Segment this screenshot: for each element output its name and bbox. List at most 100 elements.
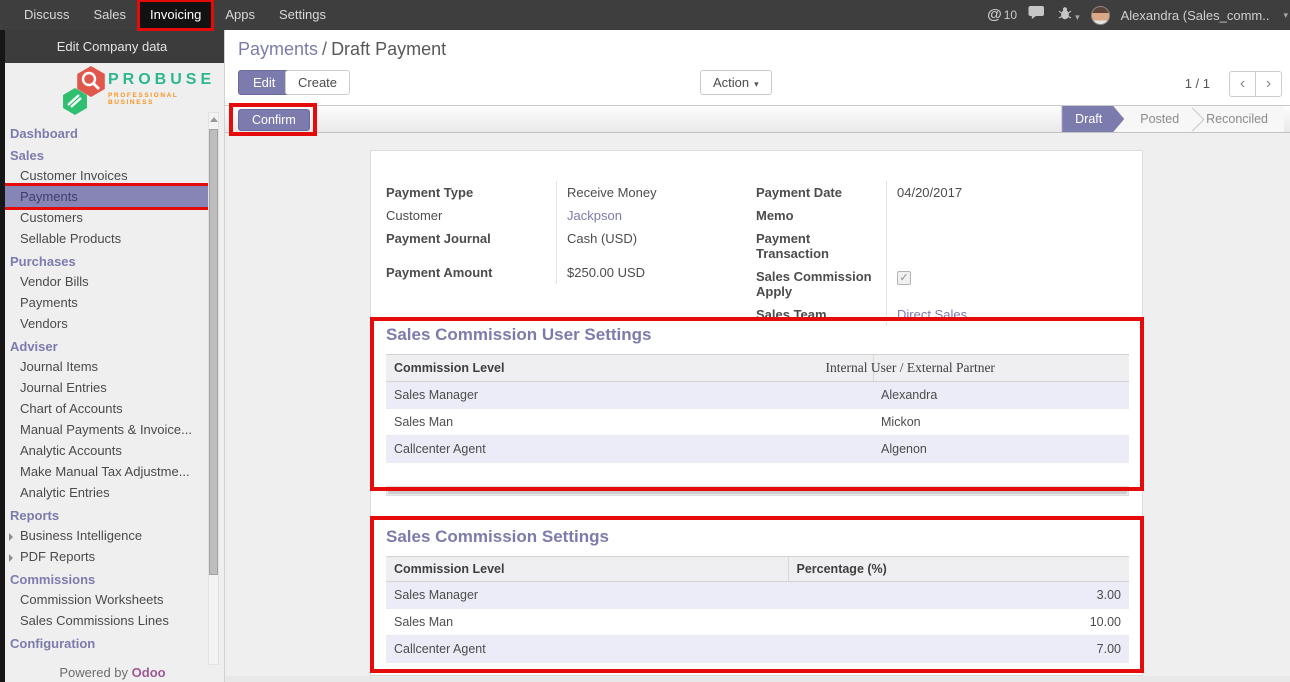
table-row-callcenter-agent[interactable]: Callcenter AgentAlgenon — [386, 436, 1129, 463]
cell-commission-level: Sales Man — [386, 409, 873, 436]
breadcrumb-current: Draft Payment — [331, 39, 446, 59]
sidebar-section-reports[interactable]: Reports — [0, 506, 210, 525]
checkbox-sales-commission-apply[interactable]: ✓ — [897, 271, 911, 285]
sidebar-item-chart-of-accounts[interactable]: Chart of Accounts — [0, 398, 210, 419]
link-direct-sales[interactable]: Direct Sales — [897, 307, 967, 322]
sidebar-item-manual-payments-invoice[interactable]: Manual Payments & Invoice... — [0, 419, 210, 440]
sidebar-section-dashboard[interactable]: Dashboard — [0, 124, 210, 143]
sidebar-item-journal-items[interactable]: Journal Items — [0, 356, 210, 377]
systray: @10 ▾ Alexandra (Sales_comm.. ▾ — [987, 0, 1288, 30]
edit-button[interactable]: Edit — [238, 70, 290, 95]
sidebar-section-commissions[interactable]: Commissions — [0, 570, 210, 589]
odoo-link[interactable]: Odoo — [132, 665, 166, 680]
link-jackpson[interactable]: Jackpson — [567, 208, 622, 223]
column-header-internal-user: Internal User / External Partner — [873, 355, 1129, 382]
menu-apps[interactable]: Apps — [213, 0, 267, 30]
user-menu[interactable]: Alexandra (Sales_comm.. — [1121, 8, 1270, 23]
section-title: Sales Commission User Settings — [386, 325, 1129, 345]
menu-settings[interactable]: Settings — [267, 0, 338, 30]
field-label-payment-journal: Payment Journal — [386, 227, 556, 250]
stage-draft[interactable]: Draft — [1062, 106, 1124, 132]
sidebar-item-payments[interactable]: Payments — [0, 292, 210, 313]
action-dropdown[interactable]: Action▾ — [700, 70, 772, 95]
table-horizontal-scrollbar[interactable] — [386, 486, 1129, 496]
column-header-commission-level: Commission Level — [386, 557, 788, 582]
field-value-payment-transaction — [886, 227, 1101, 265]
menu-sales[interactable]: Sales — [82, 0, 139, 30]
expand-arrow-icon[interactable] — [9, 554, 13, 562]
sidebar-item-customer-invoices[interactable]: Customer Invoices — [0, 165, 210, 186]
bug-icon — [1058, 6, 1072, 20]
table-row-callcenter-agent[interactable]: Callcenter Agent7.00 — [386, 636, 1129, 663]
scrollbar-thumb[interactable] — [388, 488, 1127, 494]
sidebar-section-sales[interactable]: Sales — [0, 146, 210, 165]
cell-value: 7.00 — [788, 636, 1129, 663]
column-header-percentage: Percentage (%) — [788, 557, 1129, 582]
pager-previous-button[interactable]: ‹ — [1229, 71, 1256, 97]
table-row-sales-man[interactable]: Sales Man10.00 — [386, 609, 1129, 636]
pager-next-button[interactable]: › — [1255, 71, 1282, 97]
field-label-payment-type: Payment Type — [386, 181, 556, 204]
cell-value: Mickon — [873, 409, 1129, 436]
sidebar-item-pdf-reports[interactable]: PDF Reports — [0, 546, 210, 567]
user-caret-icon: ▾ — [1283, 10, 1288, 21]
cell-value: 3.00 — [788, 582, 1129, 609]
edit-company-data-button[interactable]: Edit Company data — [0, 30, 224, 63]
sidebar-item-sellable-products[interactable]: Sellable Products — [0, 228, 210, 249]
table-row-sales-manager[interactable]: Sales ManagerAlexandra — [386, 382, 1129, 409]
confirm-button[interactable]: Confirm — [238, 109, 310, 131]
sidebar-section-configuration[interactable]: Configuration — [0, 634, 210, 653]
sidebar-item-customers[interactable]: Customers — [0, 207, 210, 228]
sidebar-section-adviser[interactable]: Adviser — [0, 337, 210, 356]
field-value-payment-journal: Cash (USD) — [556, 227, 746, 250]
sidebar-item-journal-entries[interactable]: Journal Entries — [0, 377, 210, 398]
create-button[interactable]: Create — [285, 70, 350, 95]
sidebar-item-payments[interactable]: Payments — [0, 186, 210, 207]
field-value-sales-commission-apply: ✓ — [886, 265, 1101, 303]
messages-icon[interactable] — [1028, 5, 1047, 25]
menu-discuss[interactable]: Discuss — [12, 0, 82, 30]
field-label-payment-amount: Payment Amount — [386, 250, 556, 284]
column-header-commission-level: Commission Level — [386, 355, 873, 382]
debug-menu[interactable]: ▾ — [1058, 6, 1080, 25]
breadcrumb: Payments/Draft Payment — [238, 39, 446, 60]
commission-user-table: Commission Level Internal User / Externa… — [386, 354, 1129, 463]
form-sheet: Payment TypeReceive MoneyCustomerJackpso… — [370, 150, 1143, 676]
table-row-sales-man[interactable]: Sales ManMickon — [386, 409, 1129, 436]
sidebar-item-analytic-entries[interactable]: Analytic Entries — [0, 482, 210, 503]
field-label-sales-commission-apply: Sales Commission Apply — [756, 265, 886, 303]
cell-commission-level: Callcenter Agent — [386, 436, 873, 463]
breadcrumb-separator: / — [322, 39, 327, 59]
breadcrumb-payments-link[interactable]: Payments — [238, 39, 318, 59]
scrollbar-thumb[interactable] — [209, 129, 218, 575]
powered-by: Powered by Odoo — [0, 665, 225, 680]
field-value-payment-amount: $250.00 USD — [556, 250, 746, 284]
sidebar-item-analytic-accounts[interactable]: Analytic Accounts — [0, 440, 210, 461]
cell-commission-level: Sales Manager — [386, 382, 873, 409]
at-icon: @ — [987, 6, 1002, 23]
cell-commission-level: Sales Man — [386, 609, 788, 636]
sidebar-item-make-manual-tax-adjustme[interactable]: Make Manual Tax Adjustme... — [0, 461, 210, 482]
menu-invoicing[interactable]: Invoicing — [138, 0, 213, 30]
avatar[interactable] — [1091, 6, 1110, 25]
field-value-payment-date: 04/20/2017 — [886, 181, 1101, 204]
topbar-menus: DiscussSalesInvoicingAppsSettings — [0, 0, 338, 30]
sidebar-section-purchases[interactable]: Purchases — [0, 252, 210, 271]
section-commission-settings: Sales Commission Settings Commission Lev… — [386, 527, 1129, 663]
cell-value: Alexandra — [873, 382, 1129, 409]
sidebar-item-vendor-bills[interactable]: Vendor Bills — [0, 271, 210, 292]
sidebar-scrollbar[interactable] — [208, 112, 219, 665]
scroll-up-icon[interactable] — [210, 117, 218, 122]
sidebar-item-business-intelligence[interactable]: Business Intelligence — [0, 525, 210, 546]
sidebar-item-commission-worksheets[interactable]: Commission Worksheets — [0, 589, 210, 610]
field-value-payment-type: Receive Money — [556, 181, 746, 204]
cell-value: Algenon — [873, 436, 1129, 463]
sidebar-item-sales-commissions-lines[interactable]: Sales Commissions Lines — [0, 610, 210, 631]
mention-indicator[interactable]: @10 — [987, 6, 1017, 24]
expand-arrow-icon[interactable] — [9, 533, 13, 541]
company-logo[interactable]: PROBUSE PROFESSIONAL BUSINESS — [0, 63, 224, 121]
sidebar-item-vendors[interactable]: Vendors — [0, 313, 210, 334]
commission-settings-table: Commission Level Percentage (%) Sales Ma… — [386, 556, 1129, 663]
cell-commission-level: Callcenter Agent — [386, 636, 788, 663]
table-row-sales-manager[interactable]: Sales Manager3.00 — [386, 582, 1129, 609]
